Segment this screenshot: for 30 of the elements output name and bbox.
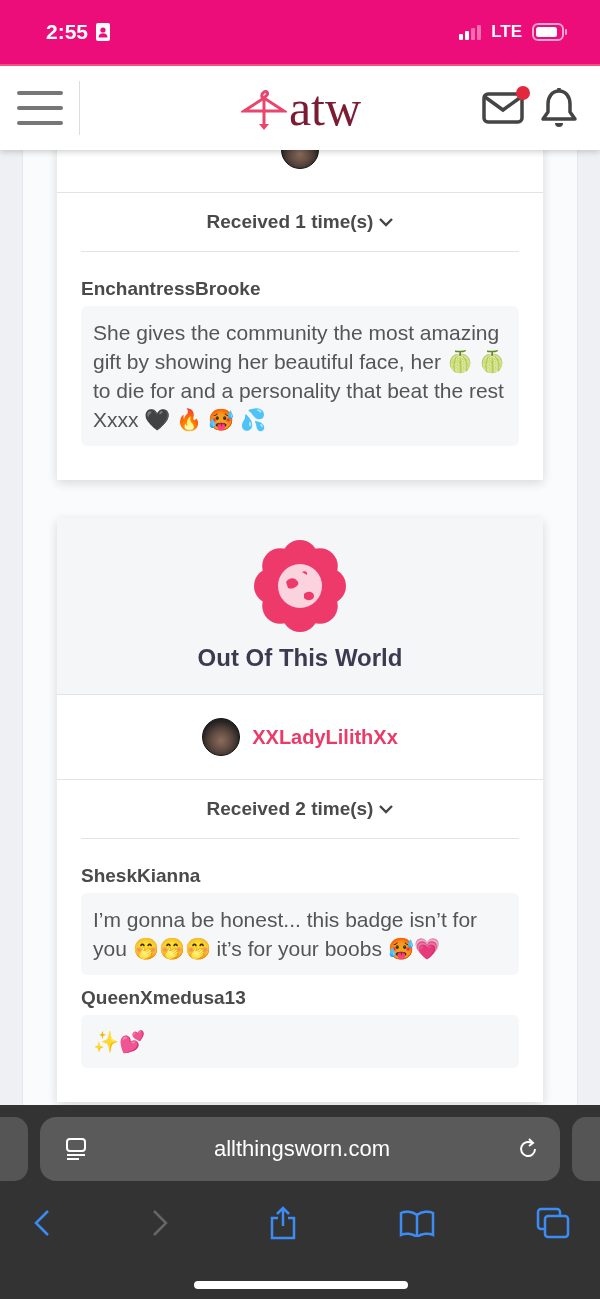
avatar bbox=[202, 718, 241, 756]
comment-author[interactable]: EnchantressBrooke bbox=[81, 278, 519, 300]
reader-icon[interactable] bbox=[64, 1137, 88, 1161]
back-icon[interactable] bbox=[34, 1209, 50, 1237]
chevron-down-icon bbox=[379, 804, 394, 814]
received-toggle[interactable]: Received 2 time(s) bbox=[206, 798, 394, 820]
tabs-icon[interactable] bbox=[536, 1207, 570, 1239]
id-card-icon bbox=[96, 23, 111, 41]
address-bar[interactable]: allthingsworn.com bbox=[40, 1117, 560, 1181]
comment-bubble: She gives the community the most amazing gift by showing her beautiful face, her 🍈 🍈 to die for and a personality that beat the rest Xxxx 🖤 🔥 🥵 💦 bbox=[81, 306, 519, 446]
menu-icon[interactable] bbox=[17, 90, 63, 126]
bookmarks-icon[interactable] bbox=[398, 1209, 435, 1237]
comment-author[interactable]: SheskKianna bbox=[81, 865, 519, 887]
received-toggle[interactable]: Received 1 time(s) bbox=[206, 211, 394, 233]
forward-icon[interactable] bbox=[151, 1209, 168, 1237]
network-label: LTE bbox=[491, 22, 522, 42]
battery-icon bbox=[532, 23, 568, 41]
comment-bubble: ✨💕 bbox=[81, 1015, 519, 1068]
badge-title: Out Of This World bbox=[197, 644, 403, 672]
flower-badge-icon bbox=[252, 538, 348, 634]
mail-icon[interactable] bbox=[482, 92, 524, 124]
bell-icon[interactable] bbox=[540, 87, 578, 129]
comment-bubble: I’m gonna be honest... this badge isn’t for you 🤭🤭🤭 it’s for your boobs 🥵💗 bbox=[81, 893, 519, 975]
comment-author[interactable]: QueenXmedusa13 bbox=[81, 987, 519, 1009]
chevron-down-icon bbox=[379, 217, 394, 227]
signal-icon bbox=[459, 24, 484, 40]
user-link[interactable]: XXLadyLilithXx bbox=[252, 725, 398, 749]
share-icon[interactable] bbox=[269, 1206, 297, 1240]
clock: 2:55 bbox=[46, 20, 89, 44]
site-logo[interactable]: atw bbox=[120, 83, 482, 133]
